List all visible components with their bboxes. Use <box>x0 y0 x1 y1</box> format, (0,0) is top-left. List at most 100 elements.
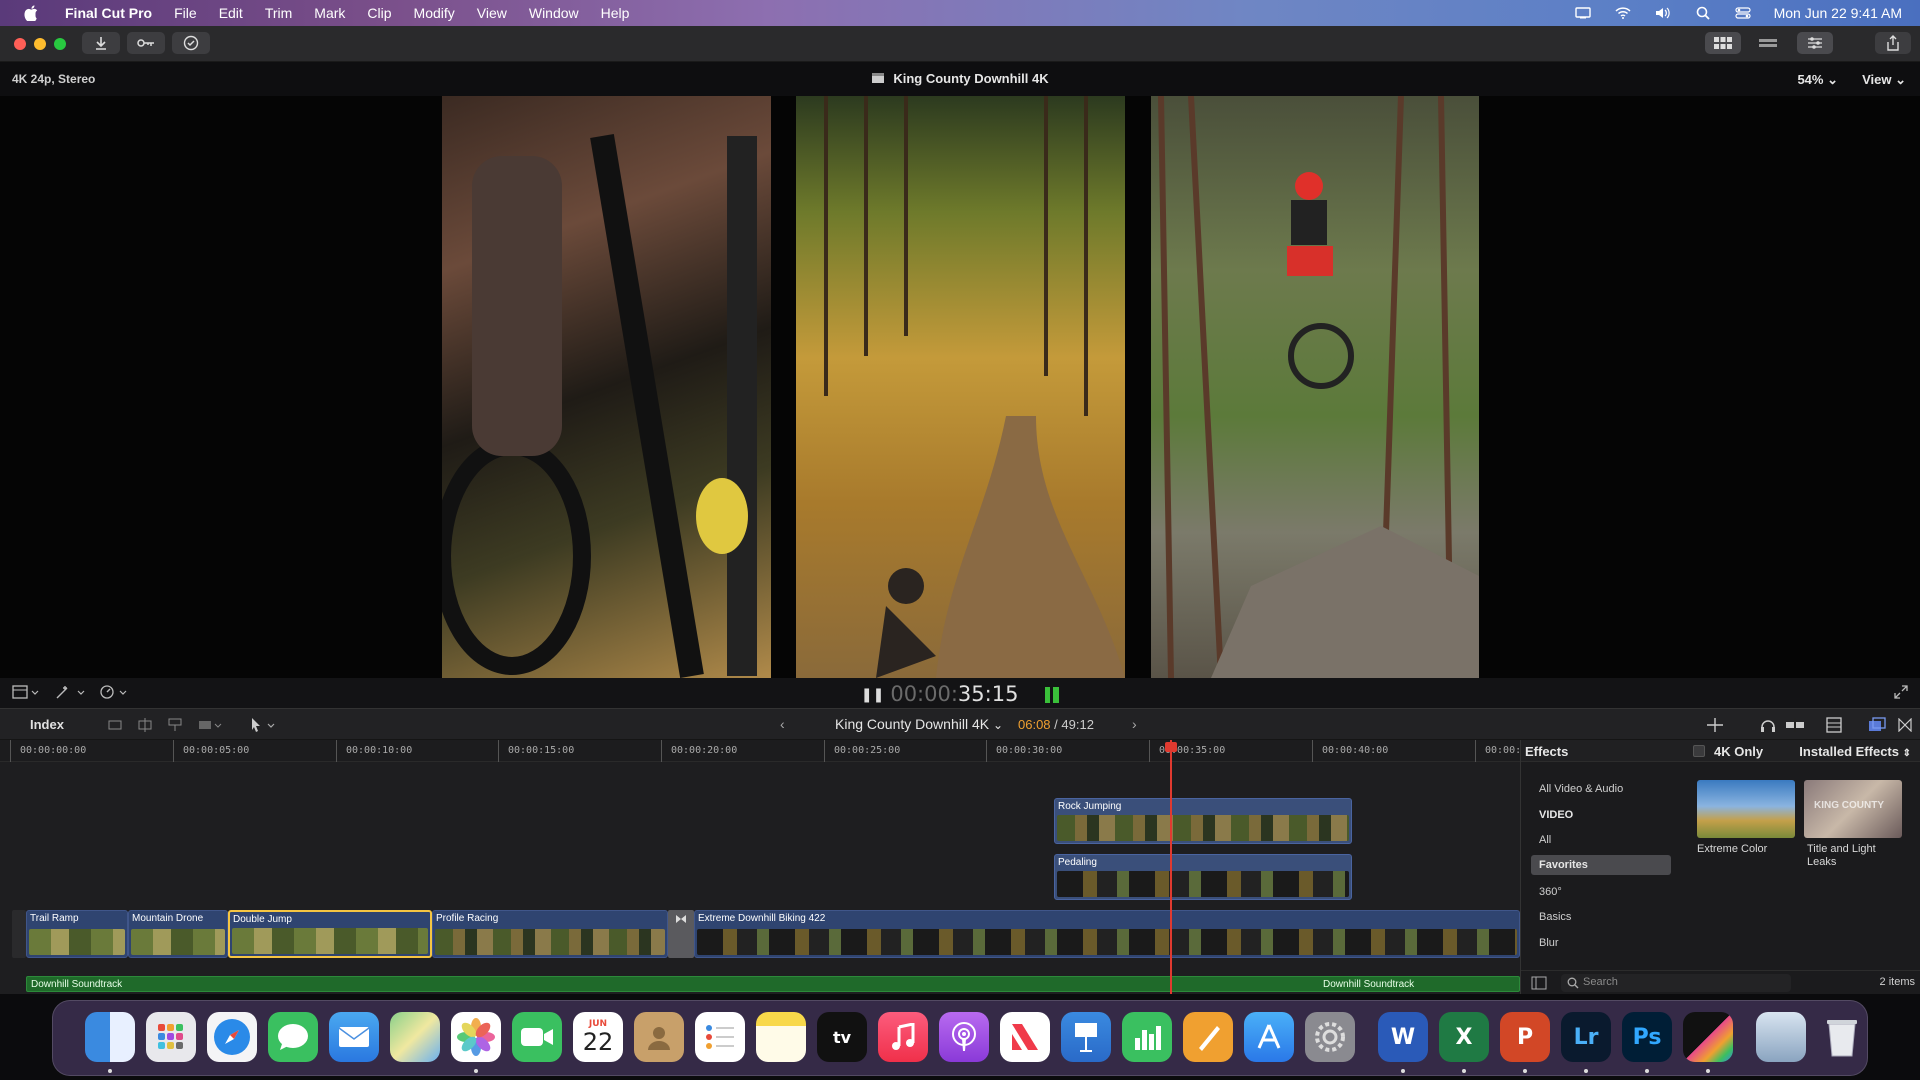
dock-powerpoint-icon[interactable]: P <box>1500 1012 1550 1062</box>
viewer-view-menu[interactable]: View ⌄ <box>1862 72 1906 88</box>
playhead-handle[interactable] <box>1165 742 1177 752</box>
fullscreen-button[interactable] <box>1894 685 1908 704</box>
clip-pedaling[interactable]: Pedaling <box>1054 854 1352 900</box>
clip-double-jump[interactable]: Double Jump <box>228 910 432 958</box>
index-button[interactable]: Index <box>30 717 64 732</box>
volume-icon[interactable] <box>1654 6 1672 20</box>
dock-safari-icon[interactable] <box>207 1012 257 1062</box>
effects-browser-icon[interactable] <box>1868 717 1886 733</box>
insert-clip-icon[interactable] <box>138 718 152 732</box>
playhead[interactable] <box>1170 740 1172 994</box>
previous-project-button[interactable]: ‹ <box>780 716 785 732</box>
inspector-toggle-button[interactable] <box>1797 32 1833 54</box>
dock-music-icon[interactable] <box>878 1012 928 1062</box>
category-favorites[interactable]: Favorites <box>1539 859 1588 871</box>
dock-finder-icon[interactable] <box>85 1012 135 1062</box>
connect-clip-icon[interactable] <box>168 718 182 732</box>
menu-window[interactable]: Window <box>518 5 590 21</box>
spotlight-search-icon[interactable] <box>1694 6 1712 20</box>
share-button[interactable] <box>1875 32 1911 54</box>
browser-toggle-button[interactable] <box>1705 32 1741 54</box>
dock-calendar-icon[interactable]: JUN 22 <box>573 1012 623 1062</box>
dock-contacts-icon[interactable] <box>634 1012 684 1062</box>
dock-reminders-icon[interactable] <box>695 1012 745 1062</box>
skimming-icon[interactable] <box>1706 718 1724 732</box>
overwrite-clip-icon[interactable] <box>198 718 224 732</box>
effect-thumbnail-extreme-color[interactable] <box>1697 780 1795 838</box>
dock-final-cut-pro-icon[interactable] <box>1683 1012 1733 1062</box>
clip-trail-ramp[interactable]: Trail Ramp <box>26 910 128 958</box>
transition-cross-dissolve[interactable] <box>668 910 694 958</box>
background-tasks-button[interactable] <box>172 32 210 54</box>
dock-excel-icon[interactable]: X <box>1439 1012 1489 1062</box>
menu-app-name[interactable]: Final Cut Pro <box>54 5 163 21</box>
dock-numbers-icon[interactable] <box>1122 1012 1172 1062</box>
dock-facetime-icon[interactable] <box>512 1012 562 1062</box>
clip-profile-racing[interactable]: Profile Racing <box>432 910 668 958</box>
snapping-icon[interactable] <box>1786 718 1804 732</box>
menu-clock[interactable]: Mon Jun 22 9:41 AM <box>1774 5 1902 21</box>
pause-icon[interactable]: ❚❚ <box>861 687 884 703</box>
menu-help[interactable]: Help <box>590 5 641 21</box>
control-center-icon[interactable] <box>1734 6 1752 20</box>
append-clip-icon[interactable] <box>108 718 122 732</box>
sidebar-toggle-icon[interactable] <box>1531 976 1547 990</box>
dock-app-store-icon[interactable] <box>1244 1012 1294 1062</box>
category-basics[interactable]: Basics <box>1539 911 1571 923</box>
dock-pages-icon[interactable] <box>1183 1012 1233 1062</box>
dock-maps-icon[interactable] <box>390 1012 440 1062</box>
transitions-browser-icon[interactable] <box>1898 718 1912 732</box>
menu-file[interactable]: File <box>163 5 208 21</box>
dock-word-icon[interactable]: W <box>1378 1012 1428 1062</box>
installed-effects-menu[interactable]: Installed Effects ⇕ <box>1799 744 1911 759</box>
menu-mark[interactable]: Mark <box>303 5 356 21</box>
dock-mail-icon[interactable] <box>329 1012 379 1062</box>
dock-photos-icon[interactable] <box>451 1012 501 1062</box>
dock-notes-icon[interactable] <box>756 1012 806 1062</box>
dock-messages-icon[interactable] <box>268 1012 318 1062</box>
dock-tv-icon[interactable]: tv <box>817 1012 867 1062</box>
display-icon[interactable] <box>1574 6 1592 20</box>
timeline-ruler[interactable]: 00:00:00:00 00:00:05:00 00:00:10:00 00:0… <box>0 740 1521 762</box>
dock-news-icon[interactable] <box>1000 1012 1050 1062</box>
category-blur[interactable]: Blur <box>1539 937 1559 949</box>
dock-system-preferences-icon[interactable] <box>1305 1012 1355 1062</box>
import-button[interactable] <box>82 32 120 54</box>
window-close-button[interactable] <box>14 38 26 50</box>
clip-rock-jumping[interactable]: Rock Jumping <box>1054 798 1352 844</box>
timeline-area[interactable]: Rock Jumping Pedaling Trail Ramp Mountai… <box>0 762 1520 994</box>
dock-launchpad-icon[interactable] <box>146 1012 196 1062</box>
dock-photoshop-icon[interactable]: Ps <box>1622 1012 1672 1062</box>
storyline-start-handle[interactable] <box>12 910 26 958</box>
timeline-toggle-button[interactable] <box>1750 32 1786 54</box>
clip-appearance-icon[interactable] <box>1826 717 1842 733</box>
next-project-button[interactable]: › <box>1132 716 1137 732</box>
window-zoom-button[interactable] <box>54 38 66 50</box>
select-tool-icon[interactable] <box>250 717 278 733</box>
timeline-project-menu[interactable]: King County Downhill 4K ⌄ <box>835 716 1003 732</box>
dock-lightroom-icon[interactable]: Lr <box>1561 1012 1611 1062</box>
category-all-video-audio[interactable]: All Video & Audio <box>1539 783 1623 795</box>
clip-mountain-drone[interactable]: Mountain Drone <box>128 910 228 958</box>
menu-trim[interactable]: Trim <box>254 5 303 21</box>
clip-extreme-downhill[interactable]: Extreme Downhill Biking 422 <box>694 910 1520 958</box>
audio-clip-downhill-soundtrack[interactable]: Downhill Soundtrack Downhill Soundtrack <box>26 976 1520 992</box>
dock-keynote-icon[interactable] <box>1061 1012 1111 1062</box>
headphones-icon[interactable] <box>1760 717 1776 733</box>
viewer-canvas[interactable] <box>0 96 1920 678</box>
dock-podcasts-icon[interactable] <box>939 1012 989 1062</box>
menu-edit[interactable]: Edit <box>208 5 254 21</box>
menu-view[interactable]: View <box>466 5 518 21</box>
window-minimize-button[interactable] <box>34 38 46 50</box>
keywords-button[interactable] <box>127 32 165 54</box>
wifi-icon[interactable] <box>1614 6 1632 20</box>
viewer-zoom-menu[interactable]: 54% ⌄ <box>1797 72 1838 88</box>
dock-preview-icon[interactable] <box>1756 1012 1806 1062</box>
effect-thumbnail-title-light-leaks[interactable]: KING COUNTY <box>1804 780 1902 838</box>
menu-clip[interactable]: Clip <box>356 5 402 21</box>
apple-icon[interactable] <box>22 4 40 22</box>
menu-modify[interactable]: Modify <box>403 5 466 21</box>
4k-only-checkbox[interactable] <box>1693 745 1705 757</box>
dock-trash-icon[interactable] <box>1817 1012 1867 1062</box>
category-360[interactable]: 360° <box>1539 886 1562 898</box>
